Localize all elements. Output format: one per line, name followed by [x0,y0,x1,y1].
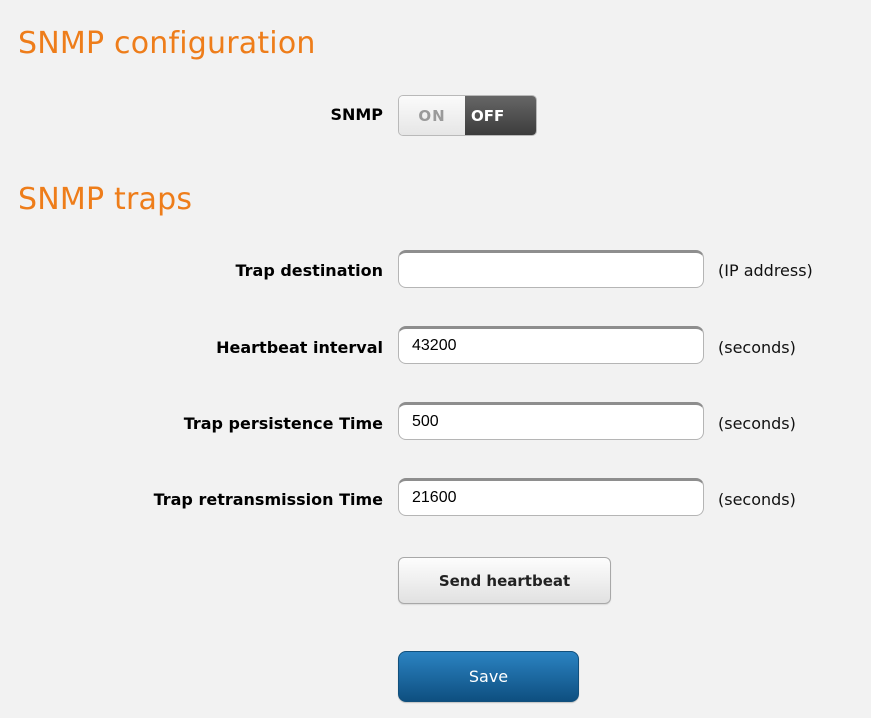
snmp-label: SNMP [330,105,383,124]
trap-persistence-time-label: Trap persistence Time [183,414,383,433]
trap-destination-input[interactable] [398,250,704,288]
heartbeat-interval-input[interactable] [398,326,704,364]
snmp-toggle[interactable]: ON OFF [398,95,537,136]
heartbeat-interval-label: Heartbeat interval [216,338,383,357]
snmp-traps-title: SNMP traps [18,182,193,217]
snmp-configuration-title: SNMP configuration [18,26,316,61]
trap-persistence-time-input[interactable] [398,402,704,440]
trap-destination-label: Trap destination [235,261,383,280]
heartbeat-interval-unit: (seconds) [718,338,796,357]
trap-retransmission-time-input[interactable] [398,478,704,516]
save-button[interactable]: Save [398,651,579,702]
trap-destination-unit: (IP address) [718,261,813,280]
trap-retransmission-time-label: Trap retransmission Time [153,490,383,509]
snmp-toggle-on[interactable]: ON [399,96,465,135]
snmp-toggle-off[interactable]: OFF [465,96,536,135]
trap-persistence-time-unit: (seconds) [718,414,796,433]
send-heartbeat-button[interactable]: Send heartbeat [398,557,611,604]
trap-retransmission-time-unit: (seconds) [718,490,796,509]
